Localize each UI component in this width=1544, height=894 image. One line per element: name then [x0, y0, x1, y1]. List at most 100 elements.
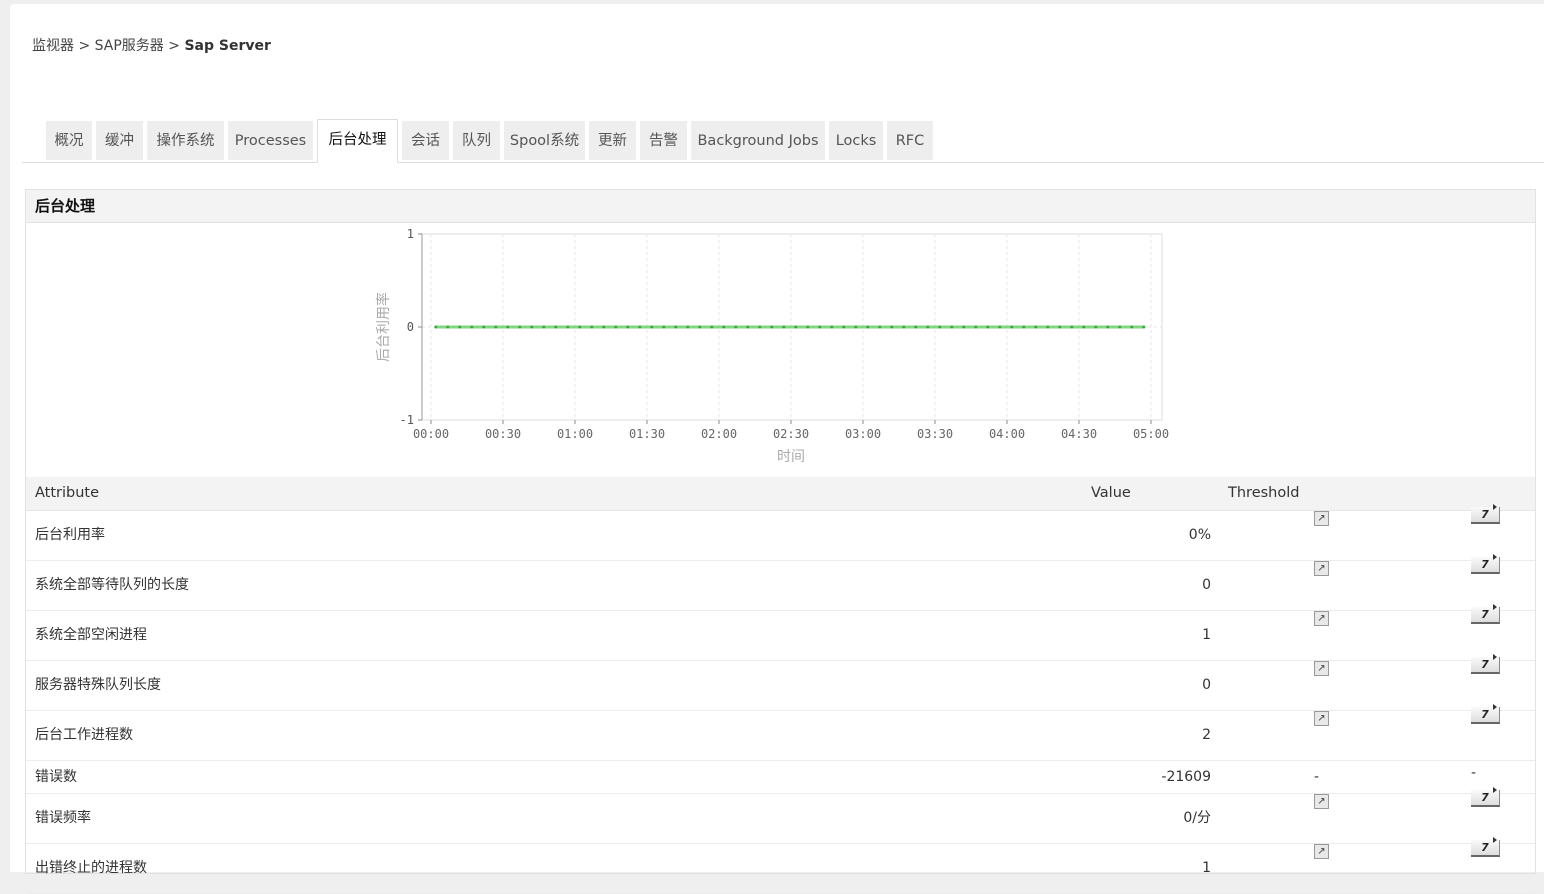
breadcrumb-current: Sap Server	[184, 38, 270, 54]
table-header: Attribute Value Threshold	[26, 477, 1535, 511]
data-point	[1130, 326, 1133, 329]
tab-3[interactable]: Processes	[228, 121, 313, 160]
data-point	[434, 326, 437, 329]
data-point	[530, 326, 533, 329]
attribute-name: 系统全部空闲进程	[35, 611, 147, 660]
tab-8[interactable]: 更新	[589, 121, 636, 160]
attribute-name: 后台工作进程数	[35, 711, 133, 760]
table-row: 错误频率0/分↗7	[26, 794, 1535, 844]
x-tick-label: 02:00	[701, 427, 737, 441]
x-tick-label: 04:30	[1061, 427, 1097, 441]
breadcrumb-separator: >	[168, 38, 180, 54]
data-point	[830, 326, 833, 329]
x-tick-label: 02:30	[773, 427, 809, 441]
background-processing-panel: 后台处理 00:00 00:30 01:00 01:30 02:00 02:30 03:00…	[25, 189, 1536, 874]
data-point	[650, 326, 653, 329]
data-point	[914, 326, 917, 329]
table-row: 后台利用率0%↗7	[26, 511, 1535, 561]
table-row: 后台工作进程数2↗7	[26, 711, 1535, 761]
report-7day-icon[interactable]: 7	[1471, 507, 1500, 524]
data-point	[878, 326, 881, 329]
data-point	[722, 326, 725, 329]
attribute-value: 0/分	[1183, 794, 1211, 843]
data-point	[482, 326, 485, 329]
data-point	[710, 326, 713, 329]
attribute-value: 0	[1202, 561, 1211, 610]
edit-threshold-icon[interactable]: ↗	[1314, 794, 1329, 809]
data-point	[1046, 326, 1049, 329]
breadcrumb-link-sap[interactable]: SAP服务器	[95, 38, 164, 54]
breadcrumb-separator: >	[78, 38, 90, 54]
attribute-name: 错误数	[35, 761, 77, 793]
table-row: 系统全部空闲进程1↗7	[26, 611, 1535, 661]
data-point	[686, 326, 689, 329]
data-point	[854, 326, 857, 329]
report-7day-icon[interactable]: 7	[1471, 707, 1500, 724]
edit-threshold-icon[interactable]: ↗	[1314, 844, 1329, 859]
attribute-value: 1	[1202, 844, 1211, 893]
tab-10[interactable]: Background Jobs	[691, 121, 825, 160]
x-tick-label: 00:00	[413, 427, 449, 441]
data-point	[566, 326, 569, 329]
x-tick-label: 00:30	[485, 427, 521, 441]
data-point	[590, 326, 593, 329]
data-point	[782, 326, 785, 329]
report-7day-icon[interactable]: 7	[1471, 607, 1500, 624]
data-point	[902, 326, 905, 329]
data-point	[950, 326, 953, 329]
report-empty: -	[1471, 757, 1476, 789]
data-point	[866, 326, 869, 329]
data-point	[794, 326, 797, 329]
attribute-value: 2	[1202, 711, 1211, 760]
report-7day-icon[interactable]: 7	[1471, 840, 1500, 857]
y-axis-label: 后台利用率	[375, 292, 392, 362]
data-point	[1034, 326, 1037, 329]
data-point	[638, 326, 641, 329]
x-tick-label: 03:30	[917, 427, 953, 441]
threshold-empty: -	[1314, 761, 1319, 793]
data-point	[494, 326, 497, 329]
tab-9[interactable]: 告警	[640, 121, 687, 160]
edit-threshold-icon[interactable]: ↗	[1314, 711, 1329, 726]
attribute-value: 0	[1202, 661, 1211, 710]
data-point	[578, 326, 581, 329]
data-point	[758, 326, 761, 329]
data-point	[446, 326, 449, 329]
tab-5[interactable]: 会话	[402, 121, 449, 160]
edit-threshold-icon[interactable]: ↗	[1314, 561, 1329, 576]
data-point	[998, 326, 1001, 329]
data-point	[818, 326, 821, 329]
data-point	[974, 326, 977, 329]
data-point	[470, 326, 473, 329]
data-point	[542, 326, 545, 329]
breadcrumb-link-monitors[interactable]: 监视器	[32, 38, 74, 54]
report-7day-icon[interactable]: 7	[1471, 657, 1500, 674]
tab-0[interactable]: 概况	[46, 121, 92, 160]
edit-threshold-icon[interactable]: ↗	[1314, 611, 1329, 626]
panel-title: 后台处理	[26, 190, 1535, 223]
data-point	[626, 326, 629, 329]
data-point	[506, 326, 509, 329]
tab-6[interactable]: 队列	[453, 121, 500, 160]
attribute-name: 系统全部等待队列的长度	[35, 561, 189, 610]
x-tick-label: 01:00	[557, 427, 593, 441]
tab-11[interactable]: Locks	[829, 121, 883, 160]
y-tick-label: -1	[400, 413, 414, 427]
edit-threshold-icon[interactable]: ↗	[1314, 661, 1329, 676]
tab-1[interactable]: 缓冲	[96, 121, 143, 160]
x-tick-label: 01:30	[629, 427, 665, 441]
report-7day-icon[interactable]: 7	[1471, 557, 1500, 574]
x-tick-label: 03:00	[845, 427, 881, 441]
tab-4[interactable]: 后台处理	[317, 119, 398, 163]
tab-12[interactable]: RFC	[887, 121, 933, 160]
data-point	[662, 326, 665, 329]
tab-2[interactable]: 操作系统	[147, 121, 224, 160]
report-7day-icon[interactable]: 7	[1471, 790, 1500, 807]
data-point	[458, 326, 461, 329]
table-row: 出错终止的进程数1↗7	[26, 844, 1535, 894]
data-point	[1010, 326, 1013, 329]
edit-threshold-icon[interactable]: ↗	[1314, 511, 1329, 526]
data-point	[842, 326, 845, 329]
tab-7[interactable]: Spool系统	[504, 121, 585, 160]
utilization-chart: 00:00 00:30 01:00 01:30 02:00 02:30 03:00 03:30…	[26, 223, 1535, 477]
